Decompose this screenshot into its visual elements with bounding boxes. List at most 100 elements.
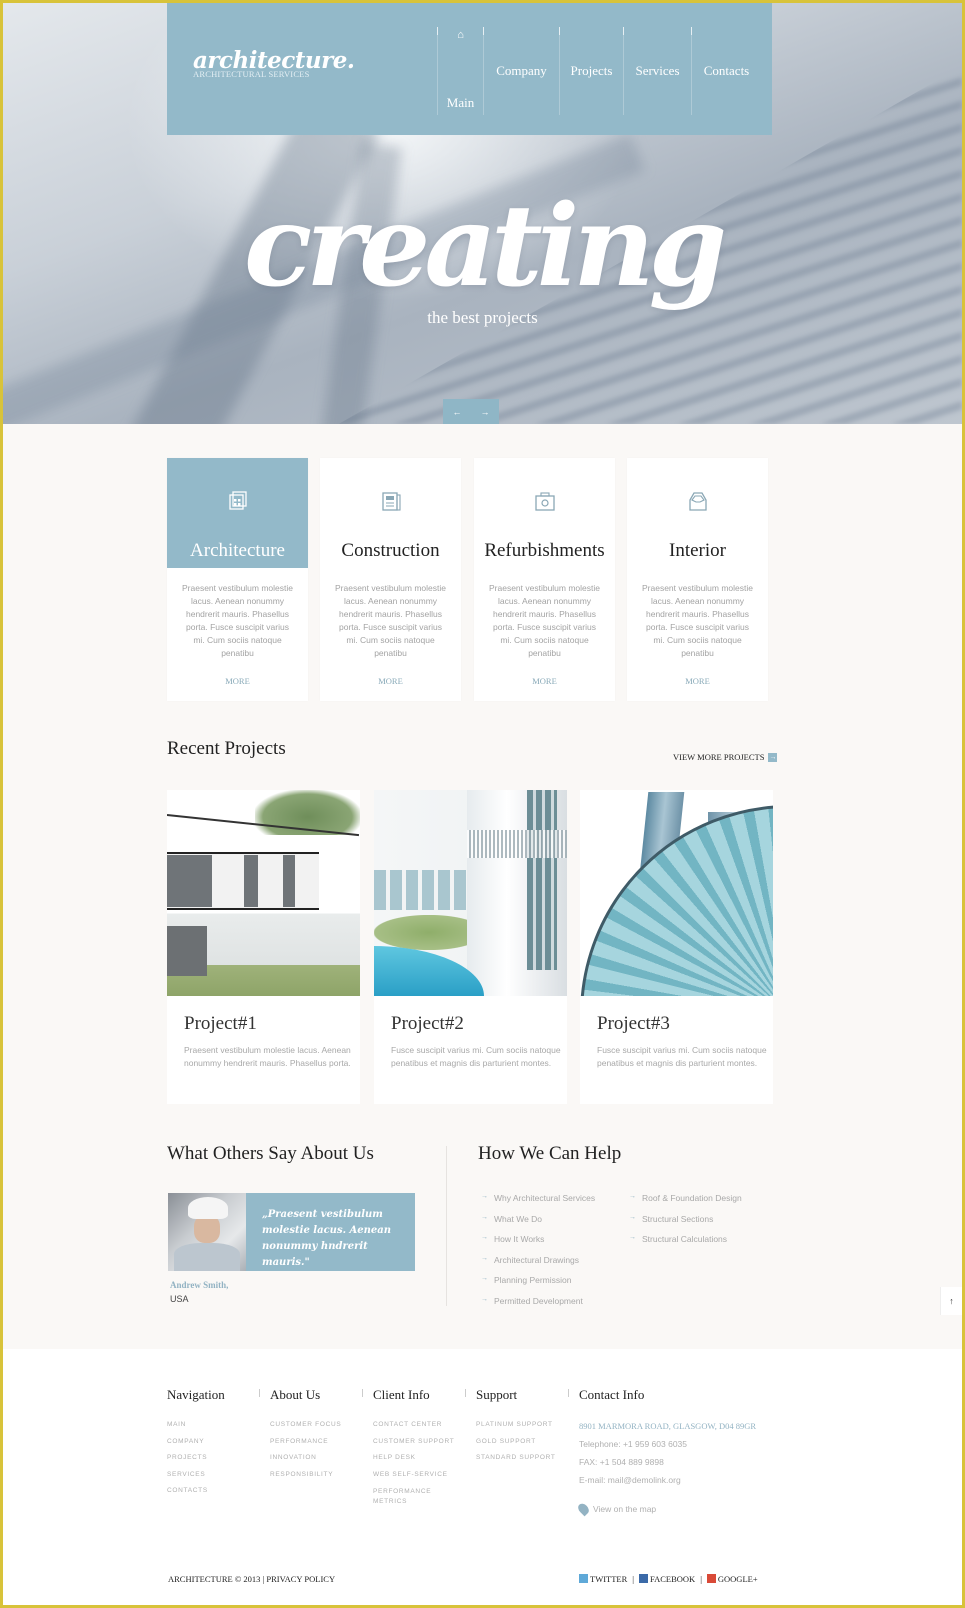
google-plus-link[interactable]: GOOGLE+ [706, 1574, 758, 1584]
help-link[interactable]: → What We Do [481, 1214, 595, 1235]
glass-windows [527, 790, 557, 970]
nav-label: Contacts [703, 63, 750, 78]
project-text: Fusce suscipit varius mi. Cum sociis nat… [391, 1045, 561, 1068]
footer-link[interactable]: PROJECTS [167, 1454, 225, 1471]
help-link-label: Structural Calculations [642, 1234, 728, 1244]
nav-item-main[interactable]: ⌂ Main [437, 27, 483, 115]
project-image[interactable] [167, 790, 360, 996]
arrow-right-icon: → [629, 1213, 636, 1221]
footer-separator [259, 1389, 260, 1397]
help-list-2: → Roof & Foundation Design → Structural Se… [629, 1193, 742, 1255]
footer-link[interactable]: PLATINUM SUPPORT [476, 1421, 556, 1438]
arrow-right-icon: → [481, 1254, 488, 1262]
help-link-label: Architectural Drawings [494, 1254, 580, 1265]
footer-link[interactable]: SERVICES [167, 1471, 225, 1488]
project-title[interactable]: Project#3 [597, 1013, 670, 1035]
toolbox-icon [535, 492, 555, 511]
help-link[interactable]: → How It Works [481, 1234, 595, 1255]
service-card-refurbishments[interactable]: Refurbishments Praesent vestibulum moles… [474, 458, 615, 701]
footer-col-contact: Contact Info 8901 MARMORA ROAD, GLASGOW,… [576, 1387, 756, 1517]
footer-link[interactable]: COMPANY [167, 1438, 225, 1455]
slider-next-button[interactable]: → [471, 399, 499, 424]
help-link-label: Roof & Foundation Design [642, 1193, 742, 1203]
footer-col-client-info: Client Info CONTACT CENTER CUSTOMER SUPP… [373, 1387, 458, 1505]
footer-link[interactable]: PERFORMANCE METRICS [373, 1487, 458, 1505]
footer-col-support: Support PLATINUM SUPPORT GOLD SUPPORT ST… [476, 1387, 556, 1471]
arrow-right-icon: → [481, 1193, 488, 1200]
separator: | [632, 1574, 634, 1584]
nav-item-contacts[interactable]: Contacts [691, 27, 761, 115]
footer-link[interactable]: RESPONSIBILITY [270, 1471, 341, 1488]
footer-separator [465, 1389, 466, 1397]
service-more-link[interactable]: MORE [320, 676, 461, 686]
contact-email[interactable]: E-mail: mail@demolink.org [579, 1475, 756, 1493]
scroll-to-top-button[interactable]: ↑ [940, 1287, 962, 1315]
testimonial-location: USA [170, 1294, 189, 1304]
help-link[interactable]: → Structural Calculations [629, 1234, 742, 1255]
footer-link[interactable]: CUSTOMER SUPPORT [373, 1438, 458, 1455]
footer-link[interactable]: CONTACTS [167, 1487, 225, 1504]
slider-prev-button[interactable]: ← [443, 399, 471, 424]
view-on-map-link[interactable]: View on the map [576, 1501, 756, 1517]
service-card-architecture[interactable]: Architecture Praesent vestibulum molesti… [167, 458, 308, 701]
help-link-label: Structural Sections [642, 1213, 714, 1224]
footer-link[interactable]: STANDARD SUPPORT [476, 1454, 556, 1471]
service-text: Praesent vestibulum molestie lacus. Aene… [488, 583, 601, 658]
footer-link[interactable]: HELP DESK [373, 1454, 458, 1471]
arrow-right-icon: → [629, 1234, 636, 1241]
footer-link[interactable]: MAIN [167, 1421, 225, 1438]
footer-link[interactable]: WEB SELF-SERVICE [373, 1471, 458, 1488]
help-link[interactable]: → Architectural Drawings [481, 1255, 595, 1276]
arrow-right-icon: → [481, 1295, 488, 1303]
service-more-link[interactable]: MORE [474, 676, 615, 686]
window [167, 926, 207, 976]
service-text: Praesent vestibulum molestie lacus. Aene… [641, 583, 754, 658]
footer-link[interactable]: PERFORMANCE [270, 1438, 341, 1455]
nav-item-company[interactable]: Company [483, 27, 559, 115]
twitter-link[interactable]: TWITTER [579, 1574, 627, 1584]
footer-link[interactable]: CUSTOMER FOCUS [270, 1421, 341, 1438]
footer-link[interactable]: GOLD SUPPORT [476, 1438, 556, 1455]
project-image[interactable] [580, 790, 773, 996]
footer-link[interactable]: CONTACT CENTER [373, 1421, 458, 1438]
project-text: Fusce suscipit varius mi. Cum sociis nat… [597, 1045, 767, 1068]
slider-controls: ← → [443, 399, 499, 424]
footer-col-title: Client Info [373, 1387, 430, 1402]
project-card[interactable]: Project#1 Praesent vestibulum molestie l… [167, 790, 360, 1104]
map-pin-icon [576, 1501, 591, 1517]
service-card-header: Interior [627, 458, 768, 568]
help-link[interactable]: → Planning Permission [481, 1275, 595, 1296]
service-more-link[interactable]: MORE [627, 676, 768, 686]
map-link-label: View on the map [593, 1504, 657, 1514]
service-more-link[interactable]: MORE [167, 676, 308, 686]
nav-item-projects[interactable]: Projects [559, 27, 623, 115]
footer-col-title: Navigation [167, 1387, 225, 1402]
project-card[interactable]: Project#3 Fusce suscipit varius mi. Cum … [580, 790, 773, 1104]
service-card-header: Construction [320, 458, 461, 568]
project-image[interactable] [374, 790, 567, 996]
service-card-header: Architecture [167, 458, 308, 568]
window [167, 855, 212, 907]
help-link[interactable]: → Why Architectural Services [481, 1193, 595, 1214]
service-title: Architecture [190, 540, 285, 561]
project-card[interactable]: Project#2 Fusce suscipit varius mi. Cum … [374, 790, 567, 1104]
service-title: Construction [341, 540, 440, 561]
facebook-link[interactable]: FACEBOOK [639, 1574, 695, 1584]
logo-subtitle: ARCHITECTURAL SERVICES [193, 69, 310, 79]
help-link[interactable]: → Roof & Foundation Design [629, 1193, 742, 1214]
privacy-policy-link[interactable]: PRIVACY POLICY [266, 1574, 335, 1584]
project-title[interactable]: Project#2 [391, 1013, 464, 1035]
social-label: GOOGLE+ [717, 1574, 758, 1584]
view-more-projects-link[interactable]: VIEW MORE PROJECTS → [673, 752, 778, 762]
far-building [374, 870, 469, 910]
service-card-interior[interactable]: Interior Praesent vestibulum molestie la… [627, 458, 768, 701]
help-link[interactable]: → Structural Sections [629, 1214, 742, 1235]
service-card-construction[interactable]: Construction Praesent vestibulum molesti… [320, 458, 461, 701]
footer: Navigation MAIN COMPANY PROJECTS SERVICE… [3, 1349, 962, 1605]
help-link[interactable]: → Permitted Development [481, 1296, 595, 1317]
footer-link[interactable]: INNOVATION [270, 1454, 341, 1471]
nav-label: Company [496, 63, 547, 78]
nav-item-services[interactable]: Services [623, 27, 691, 115]
project-title[interactable]: Project#1 [184, 1013, 257, 1035]
hero-subtitle: the best projects [427, 308, 538, 327]
